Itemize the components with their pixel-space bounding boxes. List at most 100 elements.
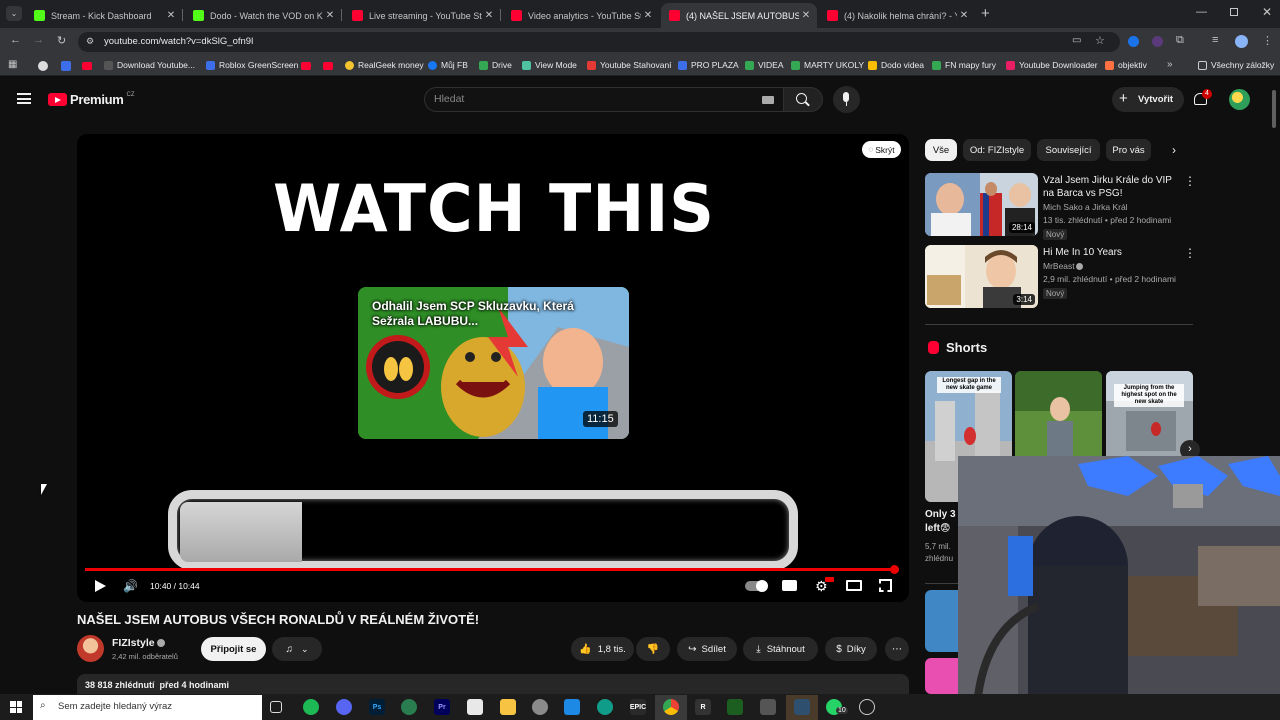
menu-hamburger-icon[interactable]	[17, 93, 31, 104]
short-title[interactable]: Only 3 left😨	[925, 508, 958, 536]
endcard-video-thumbnail[interactable]: Odhalil Jsem SCP Skluzavku, Která Sežral…	[358, 287, 629, 439]
close-tab-icon[interactable]: ✕	[799, 10, 813, 21]
profile-avatar[interactable]	[1235, 35, 1248, 48]
bookmark[interactable]: Youtube Stahovaní	[587, 60, 672, 70]
recommended-video-thumbnail[interactable]: 28:14	[925, 173, 1038, 236]
thanks-button[interactable]: $ Díky	[825, 637, 877, 661]
bookmark-icon[interactable]	[38, 61, 48, 71]
bookmark[interactable]: RealGeek money	[345, 60, 424, 70]
download-button[interactable]: ⤓ Stáhnout	[743, 637, 818, 661]
bookmark-star-icon[interactable]: ☆	[1095, 34, 1105, 47]
recommended-video-title[interactable]: Vzal Jsem Jirku Krále do VIP na Barca vs…	[1043, 174, 1178, 200]
url-text[interactable]: youtube.com/watch?v=dkSlG_ofn9l	[104, 36, 253, 47]
close-tab-icon[interactable]: ✕	[164, 10, 178, 21]
browser-tab[interactable]: Video analytics - YouTube Studi ✕	[503, 3, 659, 28]
spotify-icon[interactable]	[303, 699, 319, 715]
more-vertical-icon[interactable]: ⋮	[1184, 246, 1196, 260]
keyboard-icon[interactable]	[762, 96, 774, 104]
chip-all[interactable]: Vše	[925, 139, 957, 161]
close-tab-icon[interactable]: ✕	[641, 10, 655, 21]
bookmark[interactable]: VIDEA	[745, 60, 784, 70]
reload-icon[interactable]: ↻	[57, 34, 66, 47]
more-vertical-icon[interactable]: ⋮	[1184, 174, 1196, 188]
bookmark[interactable]: View Mode	[522, 60, 577, 70]
theater-mode-icon[interactable]	[846, 580, 862, 591]
chips-next-icon[interactable]: ›	[1172, 143, 1176, 157]
edge-icon[interactable]	[597, 699, 613, 715]
recommended-channel[interactable]: Mich Sako a Jirka Král	[1043, 202, 1128, 212]
browser-tab[interactable]: Stream - Kick Dashboard ✕	[26, 3, 182, 28]
channel-avatar[interactable]	[77, 635, 104, 662]
media-controls-icon[interactable]: ≡	[1212, 34, 1218, 46]
extensions-puzzle-icon[interactable]: ⧉	[1176, 34, 1184, 47]
bookmark[interactable]: FN mapy fury	[932, 60, 996, 70]
account-avatar[interactable]	[1229, 89, 1250, 110]
chrome-icon[interactable]	[663, 699, 679, 715]
recommended-video-thumbnail[interactable]	[925, 658, 958, 694]
search-input[interactable]	[424, 87, 784, 112]
like-button[interactable]: 👍 1,8 tis.	[571, 637, 634, 661]
photoshop-icon[interactable]: Ps	[369, 699, 385, 715]
chrome-menu-icon[interactable]: ⋮	[1262, 34, 1273, 47]
youtube-bookmark-icon[interactable]	[301, 62, 311, 70]
share-button[interactable]: ↪ Sdílet	[677, 637, 737, 661]
more-bookmarks-icon[interactable]: »	[1167, 59, 1173, 70]
file-explorer-icon[interactable]	[500, 699, 516, 715]
autoplay-toggle[interactable]	[745, 580, 768, 592]
chip-related[interactable]: Související	[1037, 139, 1100, 161]
dislike-button[interactable]: 👎	[636, 637, 670, 661]
more-actions-button[interactable]: ⋯	[885, 637, 909, 661]
subscribe-button[interactable]: Připojit se	[201, 637, 266, 661]
seek-bar-progress[interactable]	[85, 568, 894, 571]
recommended-video-thumbnail[interactable]: 3:14	[925, 245, 1038, 308]
recommended-channel[interactable]: MrBeast	[1043, 261, 1075, 271]
rockstar-icon[interactable]: R	[695, 699, 711, 715]
bookmark[interactable]: Dodo videa	[868, 60, 924, 70]
youtube-logo[interactable]: Premium CZ	[48, 92, 135, 107]
close-window-button[interactable]: ✕	[1262, 5, 1272, 19]
bookmark-icon[interactable]	[61, 61, 71, 71]
minimize-button[interactable]: —	[1196, 6, 1207, 18]
seek-bar-scrubber[interactable]	[890, 565, 899, 574]
back-icon[interactable]: ←	[10, 34, 21, 46]
epic-games-icon[interactable]: EPIC	[630, 699, 646, 715]
app-icon[interactable]	[401, 699, 417, 715]
bookmark[interactable]: Roblox GreenScreen	[206, 60, 298, 70]
app-icon[interactable]	[727, 699, 743, 715]
browser-tab[interactable]: Dodo - Watch the VOD on Kick ✕	[185, 3, 341, 28]
close-tab-icon[interactable]: ✕	[957, 10, 971, 21]
apps-grid-icon[interactable]: ▦	[8, 59, 17, 70]
hide-endscreen-button[interactable]: ◌ Skrýt	[862, 141, 901, 158]
app-icon[interactable]	[564, 699, 580, 715]
bookmark[interactable]: Download Youtube...	[104, 60, 195, 70]
recommended-video-title[interactable]: Hi Me In 10 Years	[1043, 246, 1178, 259]
premiere-icon[interactable]: Pr	[434, 699, 450, 715]
chip-for-you[interactable]: Pro vás	[1106, 139, 1151, 161]
discord-icon[interactable]	[336, 699, 352, 715]
browser-tab[interactable]: Live streaming - YouTube Studi ✕	[344, 3, 500, 28]
close-tab-icon[interactable]: ✕	[482, 10, 496, 21]
site-info-icon[interactable]: ⚙	[86, 36, 97, 47]
tab-search-button[interactable]: ⌄	[6, 6, 22, 21]
play-icon[interactable]	[95, 580, 106, 592]
calculator-icon[interactable]	[760, 699, 776, 715]
windows-start-icon[interactable]	[10, 701, 22, 713]
extension-icon[interactable]	[1152, 36, 1163, 47]
app-icon[interactable]	[859, 699, 875, 715]
chip-from-channel[interactable]: Od: FIZIstyle	[963, 139, 1031, 161]
bookmark[interactable]: Drive	[479, 60, 512, 70]
recommended-video-thumbnail[interactable]	[925, 590, 958, 652]
bookmark[interactable]: Youtube Downloader	[1006, 60, 1098, 70]
store-icon[interactable]	[467, 699, 483, 715]
all-bookmarks-folder[interactable]: Všechny záložky	[1198, 60, 1274, 70]
bookmark[interactable]: PRO PLAZA	[678, 60, 739, 70]
restore-button[interactable]	[1230, 8, 1238, 16]
channel-name[interactable]: FIZIstyle	[112, 637, 155, 649]
bookmark[interactable]: Můj FB	[428, 60, 468, 70]
volume-icon[interactable]: 🔊	[123, 579, 138, 593]
extension-icon[interactable]	[1128, 36, 1139, 47]
youtube-bookmark-icon[interactable]	[323, 62, 333, 70]
page-scrollbar[interactable]	[1272, 90, 1276, 128]
task-view-icon[interactable]	[270, 701, 282, 713]
youtube-bookmark-icon[interactable]	[82, 62, 92, 70]
